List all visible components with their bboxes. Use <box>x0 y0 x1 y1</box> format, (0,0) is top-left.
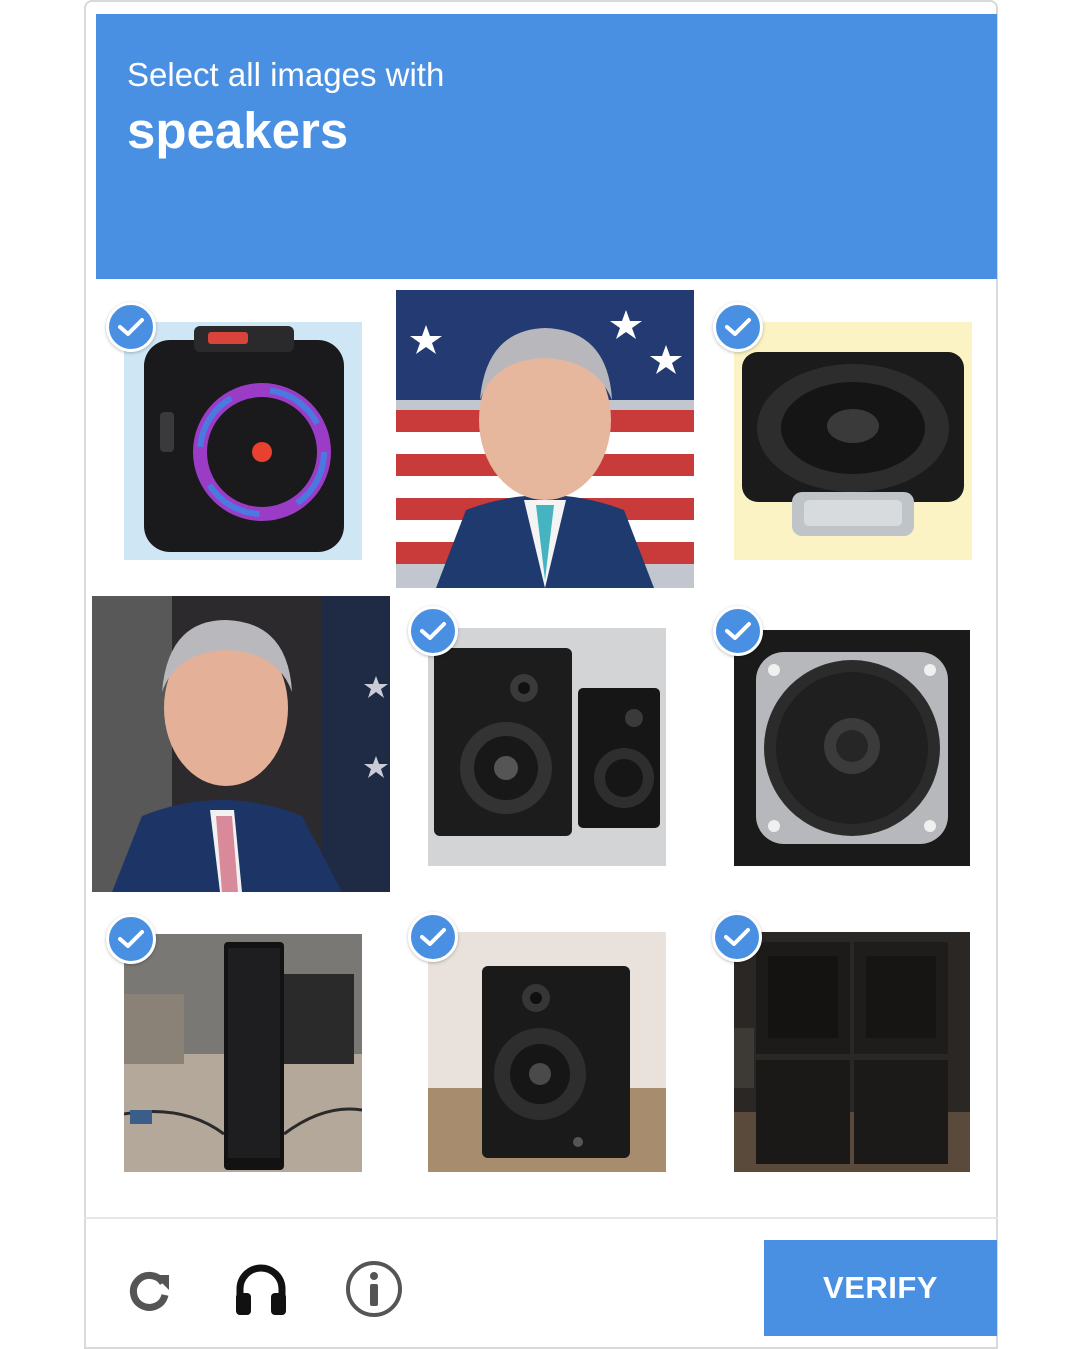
image-tile-4[interactable] <box>92 596 392 896</box>
info-icon[interactable] <box>343 1258 405 1320</box>
image-tile-3[interactable] <box>700 290 1000 590</box>
tower-speaker-image <box>124 934 362 1172</box>
portable-speaker-image <box>124 322 362 560</box>
image-tile-6[interactable] <box>700 596 1000 896</box>
footer-divider <box>84 1217 998 1219</box>
target-word: speakers <box>127 102 349 159</box>
image-tile-9[interactable] <box>700 904 1000 1204</box>
image-tile-1[interactable] <box>96 290 396 590</box>
headphones-icon[interactable] <box>230 1258 292 1320</box>
portrait-image <box>92 596 390 892</box>
checkmark-icon <box>713 606 763 656</box>
image-tile-5[interactable] <box>396 596 696 896</box>
checkmark-icon <box>408 606 458 656</box>
checkmark-icon <box>106 302 156 352</box>
image-tile-2[interactable] <box>396 290 696 590</box>
stacked-speakers-image <box>734 932 970 1172</box>
speaker-driver-image <box>734 630 970 866</box>
checkmark-icon <box>408 912 458 962</box>
image-tile-7[interactable] <box>96 904 396 1204</box>
portrait-image <box>396 290 694 588</box>
image-tile-8[interactable] <box>396 904 696 1204</box>
speaker-driver-image <box>734 322 972 560</box>
checkmark-icon <box>713 302 763 352</box>
bookshelf-speakers-image <box>428 628 666 866</box>
studio-monitor-image <box>428 932 666 1172</box>
instruction-text: Select all images with <box>127 56 445 93</box>
checkmark-icon <box>106 914 156 964</box>
checkmark-icon <box>712 912 762 962</box>
captcha-header: Select all images with speakers <box>96 14 997 279</box>
reload-icon[interactable] <box>118 1260 180 1322</box>
verify-button[interactable]: VERIFY <box>764 1240 997 1336</box>
